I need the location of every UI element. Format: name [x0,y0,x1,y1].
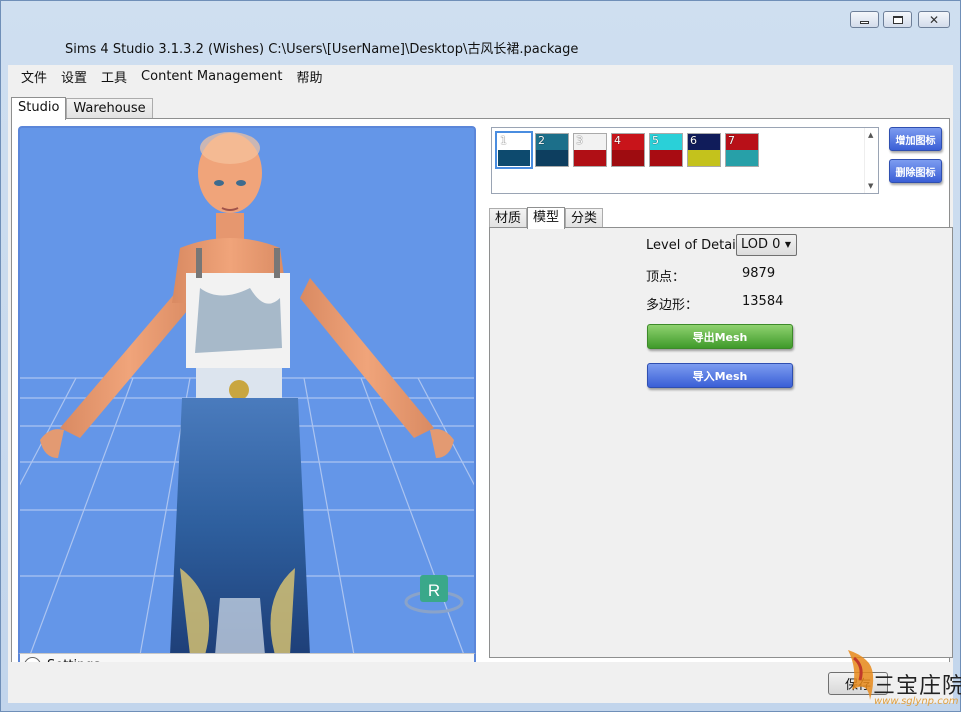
close-button[interactable]: ✕ [918,11,950,28]
tab-material[interactable]: 材质 [489,208,528,228]
swatch-scrollbar[interactable]: ▲ ▼ [864,128,878,193]
main-area: Studio Warehouse R ▲ ▼ 1 2 3 4 5 6 7 增加图… [8,87,953,703]
watermark-url: www.sglynp.com [874,696,959,707]
3d-viewport[interactable]: R [18,126,476,653]
swatch-1[interactable]: 1 [495,131,533,169]
swatch-color-bottom [650,150,682,166]
window-controls: ✕ [850,11,950,28]
menu-tools[interactable]: 工具 [94,67,134,86]
swatch-color-bottom [688,150,720,166]
model-panel: Level of Detail: LOD 0 ▼ 顶点： 9879 多边形： 1… [489,227,953,658]
swatch-color-bottom [536,150,568,166]
swatch-number: 1 [500,134,507,147]
menu-settings[interactable]: 设置 [54,67,94,86]
maximize-icon [892,15,903,24]
swatch-4[interactable]: 4 [611,133,645,167]
main-tabs: Studio Warehouse [11,96,153,120]
swatch-2[interactable]: 2 [535,133,569,167]
swatch-list[interactable]: ▲ ▼ 1 2 3 4 5 6 7 [491,127,879,194]
minimize-icon [860,20,869,24]
swatch-7[interactable]: 7 [725,133,759,167]
swatch-number: 5 [652,134,659,147]
maximize-button[interactable] [883,11,912,28]
menu-file[interactable]: 文件 [14,67,54,86]
vertices-label: 顶点： [646,270,686,285]
tab-warehouse[interactable]: Warehouse [66,98,153,119]
menu-bar: 文件 设置 工具 Content Management 帮助 [8,65,953,87]
close-icon: ✕ [928,12,940,27]
swatch-color-bottom [498,150,530,166]
scroll-down-icon[interactable]: ▼ [868,182,873,190]
detail-tabs: 材质 模型 分类 [489,206,604,229]
polygons-label: 多边形： [646,298,699,313]
vertices-value: 9879 [742,266,776,281]
badge-text: R [428,581,440,600]
viewport-scene: R [20,132,474,653]
tab-category[interactable]: 分类 [565,208,604,228]
footer-bar: 保存 [8,662,953,703]
swatch-color-bottom [726,150,758,166]
swatch-number: 6 [690,134,697,147]
add-icon-button[interactable]: 增加图标 [889,127,942,151]
studio-panel: R ⌄ Settings ▲ ▼ 1234567 增加图标 删除图标 材质 模型… [11,118,953,696]
lod-label: Level of Detail: [646,238,744,253]
lod-select[interactable]: LOD 0 ▼ [736,234,797,256]
menu-help[interactable]: 帮助 [290,67,330,86]
polygons-value: 13584 [742,294,784,309]
swatch-3[interactable]: 3 [573,133,607,167]
swatch-5[interactable]: 5 [649,133,683,167]
chevron-down-icon: ▼ [784,240,791,249]
window-title: Sims 4 Studio 3.1.3.2 (Wishes) C:\Users\… [65,42,579,57]
tab-studio[interactable]: Studio [11,97,67,120]
tab-model[interactable]: 模型 [527,207,566,229]
remove-icon-button[interactable]: 删除图标 [889,159,942,183]
lod-value: LOD 0 [741,237,781,252]
sim-figure [40,132,454,653]
swatch-number: 3 [576,134,583,147]
minimize-button[interactable] [850,11,879,28]
import-mesh-button[interactable]: 导入Mesh [647,363,793,388]
export-mesh-button[interactable]: 导出Mesh [647,324,793,349]
swatch-number: 7 [728,134,735,147]
scroll-up-icon[interactable]: ▲ [868,131,873,139]
swatch-number: 2 [538,134,545,147]
menu-content-management[interactable]: Content Management [134,69,289,84]
swatch-color-bottom [574,150,606,166]
swatch-color-bottom [612,150,644,166]
app-window: Sims 4 Studio 3.1.3.2 (Wishes) C:\Users\… [0,0,961,712]
title-bar: Sims 4 Studio 3.1.3.2 (Wishes) C:\Users\… [1,1,960,65]
swatch-6[interactable]: 6 [687,133,721,167]
swatch-number: 4 [614,134,621,147]
